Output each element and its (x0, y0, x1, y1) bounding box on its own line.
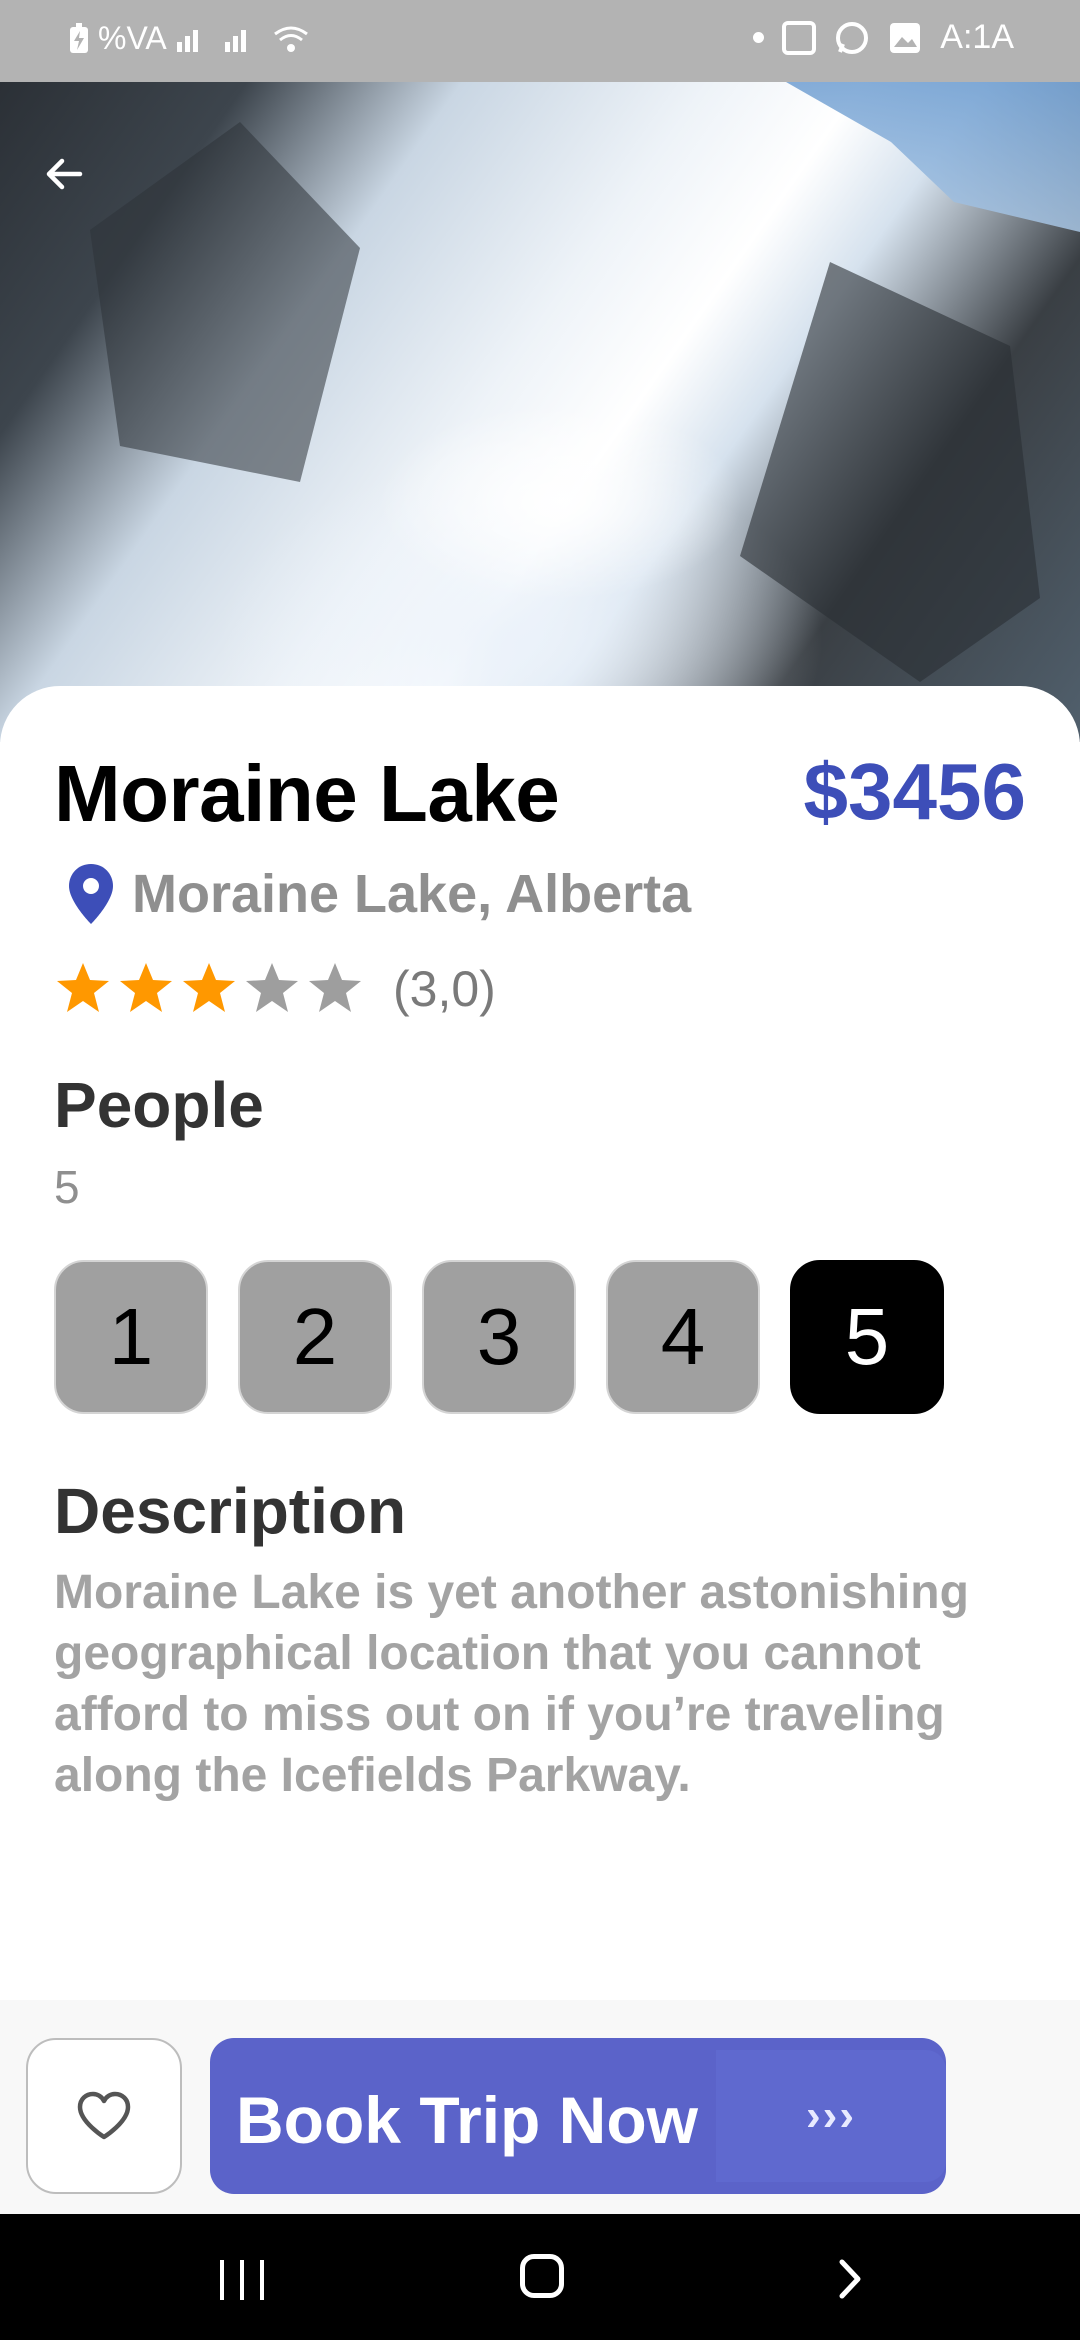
people-option-2[interactable]: 2 (238, 1260, 392, 1414)
place-title: Moraine Lake (54, 749, 560, 838)
star-empty-icon (309, 963, 361, 1012)
battery-charging-icon (70, 22, 88, 53)
app-notification-icon (782, 20, 817, 55)
star-rating (54, 960, 369, 1018)
signal-icon (176, 29, 198, 52)
status-left: %VA (68, 20, 311, 57)
people-heading: People (54, 1069, 264, 1141)
heart-outline-icon (77, 2091, 131, 2140)
home-button[interactable] (520, 2254, 564, 2298)
book-trip-button[interactable]: Book Trip Now ››› (210, 2038, 946, 2194)
status-bar: %VA A:1A (0, 0, 1080, 82)
people-value: 5 (54, 1161, 80, 1213)
people-option-1[interactable]: 1 (54, 1260, 208, 1414)
people-option-5[interactable]: 5 (790, 1260, 944, 1414)
book-arrows-icon: ››› (716, 2050, 946, 2182)
people-options: 12345 (54, 1260, 944, 1414)
star-filled-icon (57, 963, 109, 1012)
hero-sky (786, 82, 1080, 232)
gallery-icon (890, 22, 921, 53)
star-empty-icon (246, 963, 298, 1012)
hero-rock-left (90, 122, 360, 482)
description-heading: Description (54, 1475, 407, 1547)
signal-icon-2 (224, 29, 246, 52)
wifi-icon (273, 26, 308, 52)
hero-rock-right (740, 262, 1040, 682)
status-right: A:1A (753, 18, 1014, 57)
rating-row: (3,0) (54, 960, 496, 1018)
people-option-3[interactable]: 3 (422, 1260, 576, 1414)
rating-count: (3,0) (393, 961, 496, 1017)
arrow-left-icon[interactable] (40, 150, 88, 198)
star-filled-icon (183, 963, 235, 1012)
notification-dot-icon (753, 32, 765, 43)
whatsapp-icon (836, 21, 869, 54)
favorite-button[interactable] (26, 2038, 182, 2194)
description-text: Moraine Lake is yet another astonishing … (54, 1566, 969, 1802)
system-nav-bar (0, 2214, 1080, 2340)
map-pin-icon (69, 864, 113, 924)
battery-text: %VA (98, 20, 167, 56)
people-option-4[interactable]: 4 (606, 1260, 760, 1414)
location-row: Moraine Lake, Alberta (66, 862, 691, 926)
recent-apps-button[interactable] (220, 2260, 264, 2300)
status-time: A:1A (940, 18, 1014, 56)
place-price: $3456 (803, 747, 1026, 836)
star-filled-icon (120, 963, 172, 1012)
location-text: Moraine Lake, Alberta (132, 864, 692, 924)
nav-back-button[interactable] (830, 2256, 870, 2302)
book-trip-label: Book Trip Now (236, 2083, 698, 2157)
hero-image (0, 82, 1080, 742)
